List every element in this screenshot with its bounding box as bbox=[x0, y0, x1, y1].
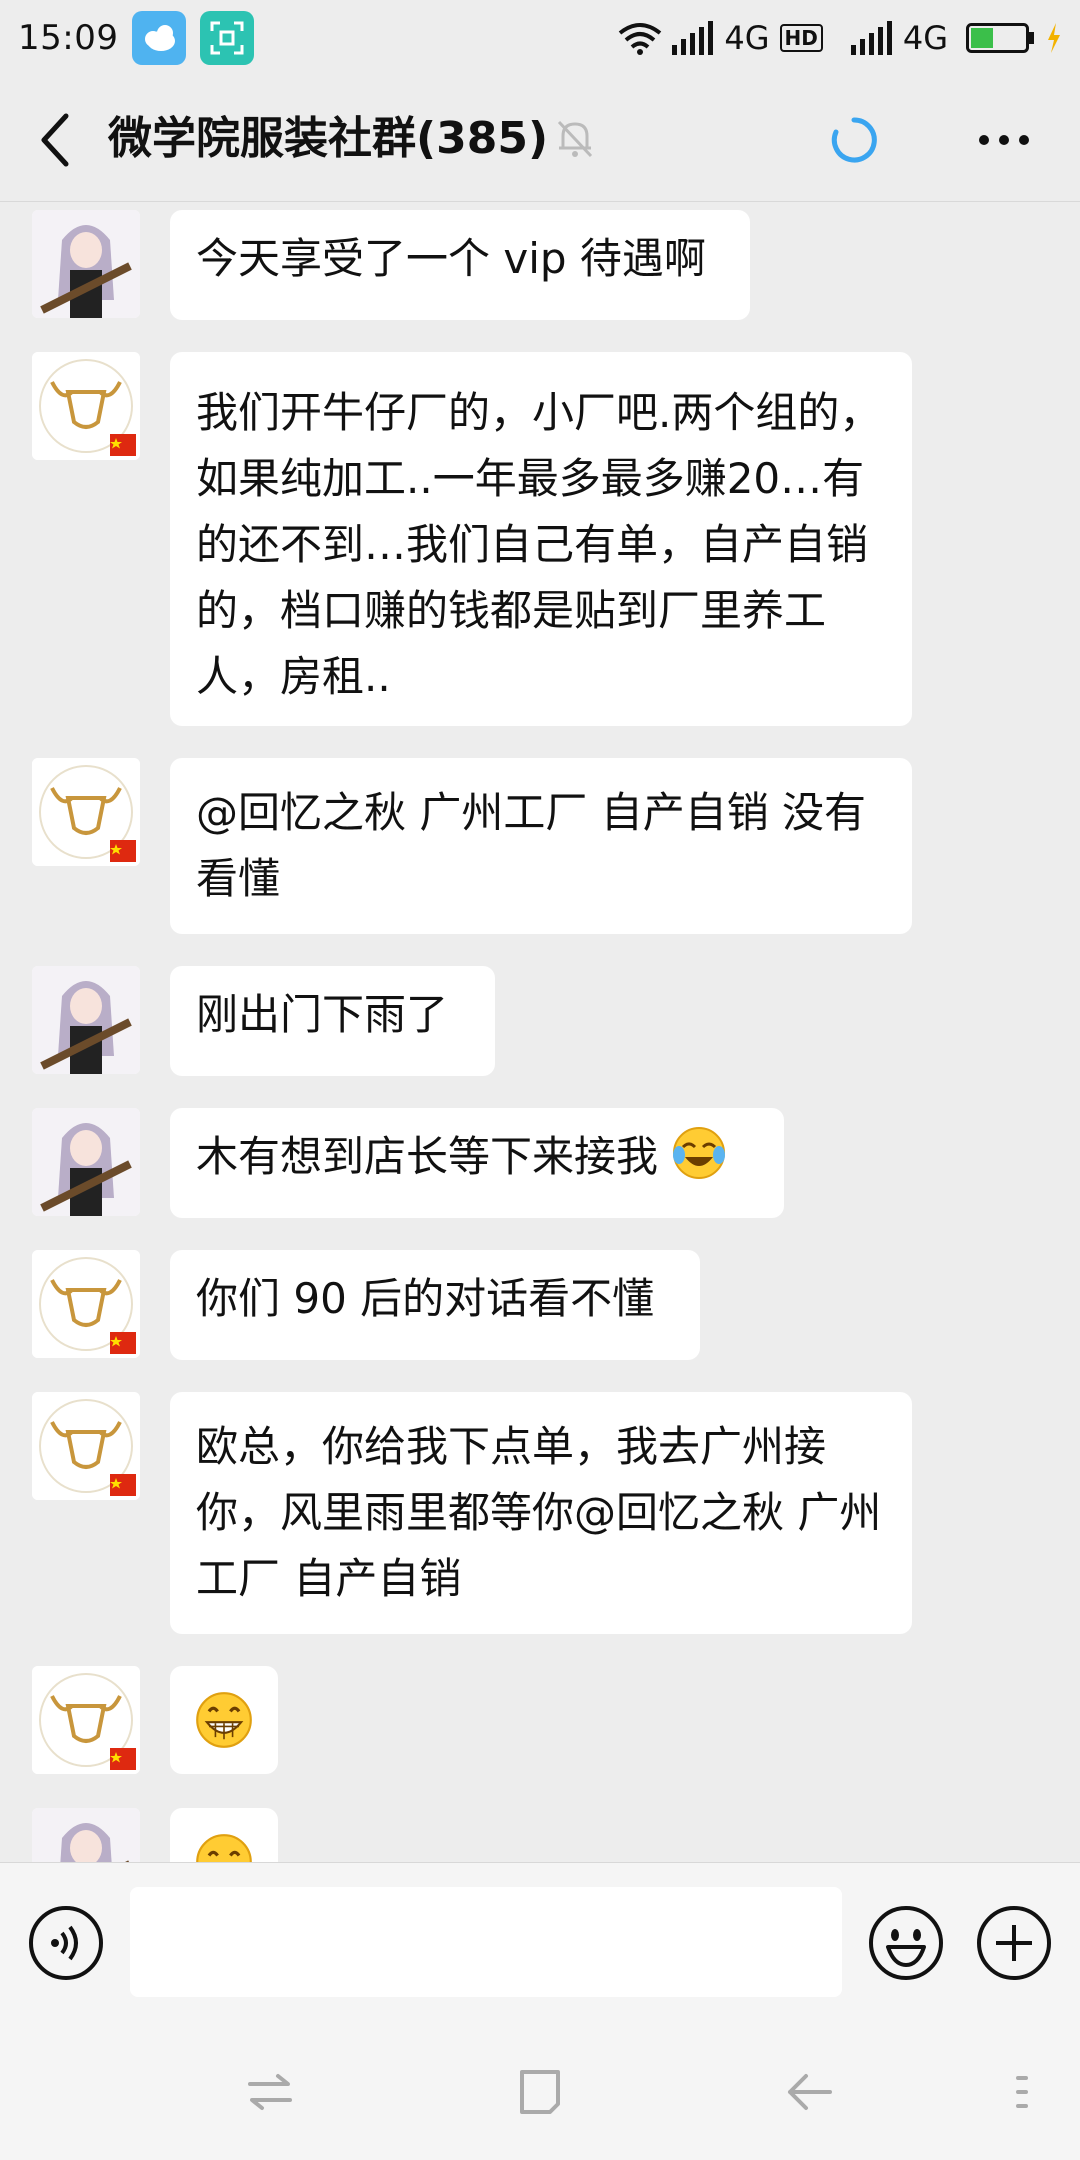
message-text: 欧总，你给我下点单，我去广州接你，风里雨里都等你@回忆之秋 广州工厂 自产自销 bbox=[196, 1422, 882, 1603]
message-text: 我们开牛仔厂的，小厂吧.两个组的，如果纯加工..一年最多最多赚20…有的还不到…… bbox=[196, 388, 882, 701]
chat-message: 我们开牛仔厂的，小厂吧.两个组的，如果纯加工..一年最多最多赚20…有的还不到…… bbox=[32, 352, 912, 726]
bull-logo-avatar[interactable] bbox=[32, 1250, 140, 1358]
message-bubble[interactable]: 你们 90 后的对话看不懂 bbox=[170, 1250, 700, 1360]
battery-icon bbox=[966, 23, 1034, 53]
voice-icon[interactable] bbox=[28, 1905, 104, 1981]
status-left: 15:09 bbox=[18, 11, 255, 65]
bull-logo-avatar[interactable] bbox=[32, 758, 140, 866]
chat-header: 微学院服装社群(385) bbox=[0, 76, 1080, 202]
more-icon[interactable] bbox=[974, 116, 1034, 164]
bull-logo-avatar[interactable] bbox=[32, 352, 140, 460]
grinning-emoji-icon bbox=[196, 1692, 252, 1748]
chat-message: 欧总，你给我下点单，我去广州接你，风里雨里都等你@回忆之秋 广州工厂 自产自销 bbox=[32, 1392, 912, 1634]
message-text: 刚出门下雨了 bbox=[196, 990, 449, 1039]
scan-icon bbox=[200, 11, 255, 65]
status-time: 15:09 bbox=[18, 18, 119, 58]
message-bubble[interactable]: 欧总，你给我下点单，我去广州接你，风里雨里都等你@回忆之秋 广州工厂 自产自销 bbox=[170, 1392, 912, 1634]
screen: 15:09 4G HD 4G 微学院服装社群(385) 今天享受了一个 vip … bbox=[0, 0, 1080, 2160]
network-type-2: 4G bbox=[902, 19, 948, 57]
signal-icon bbox=[672, 21, 714, 55]
chat-area[interactable]: 今天享受了一个 vip 待遇啊 我们开牛仔厂的，小厂吧.两个组的，如果纯加工..… bbox=[0, 202, 1080, 1862]
anime-girl-avatar[interactable] bbox=[32, 1108, 140, 1216]
message-text: 你们 90 后的对话看不懂 bbox=[196, 1274, 655, 1323]
message-text: @回忆之秋 广州工厂 自产自销 没有看懂 bbox=[196, 788, 867, 903]
message-bubble[interactable]: 我们开牛仔厂的，小厂吧.两个组的，如果纯加工..一年最多最多赚20…有的还不到…… bbox=[170, 352, 912, 726]
chat-message: 木有想到店长等下来接我 bbox=[32, 1108, 784, 1218]
chat-message bbox=[32, 1666, 278, 1774]
chat-message: @回忆之秋 广州工厂 自产自销 没有看懂 bbox=[32, 758, 912, 934]
loading-icon bbox=[831, 117, 877, 163]
back-nav-icon[interactable] bbox=[784, 2066, 836, 2118]
message-bubble[interactable] bbox=[170, 1808, 278, 1862]
chat-message: 今天享受了一个 vip 待遇啊 bbox=[32, 210, 750, 320]
status-bar: 15:09 4G HD 4G bbox=[0, 0, 1080, 76]
anime-girl-avatar[interactable] bbox=[32, 966, 140, 1074]
message-bubble[interactable] bbox=[170, 1666, 278, 1774]
home-icon[interactable] bbox=[514, 2066, 566, 2118]
chat-message: 刚出门下雨了 bbox=[32, 966, 495, 1076]
plus-icon[interactable] bbox=[976, 1905, 1052, 1981]
chat-message: 你们 90 后的对话看不懂 bbox=[32, 1250, 700, 1360]
input-bar bbox=[0, 1862, 1080, 2023]
anime-girl-avatar[interactable] bbox=[32, 210, 140, 318]
back-icon[interactable] bbox=[36, 110, 76, 170]
emoji-icon[interactable] bbox=[868, 1905, 944, 1981]
chat-message bbox=[32, 1808, 278, 1862]
anime-girl-avatar[interactable] bbox=[32, 1808, 140, 1862]
message-bubble[interactable]: 今天享受了一个 vip 待遇啊 bbox=[170, 210, 750, 320]
message-text: 今天享受了一个 vip 待遇啊 bbox=[196, 234, 706, 283]
smiling-emoji-icon bbox=[196, 1834, 252, 1862]
system-nav-bar bbox=[0, 2022, 1080, 2160]
wifi-icon bbox=[619, 23, 662, 55]
mute-bell-icon bbox=[557, 120, 593, 158]
hd-icon: HD bbox=[779, 24, 823, 52]
message-bubble[interactable]: @回忆之秋 广州工厂 自产自销 没有看懂 bbox=[170, 758, 912, 934]
switch-icon[interactable] bbox=[244, 2066, 296, 2118]
status-right: 4G HD 4G bbox=[618, 19, 1062, 57]
menu-icon[interactable] bbox=[1004, 2066, 1056, 2118]
network-type-1: 4G bbox=[724, 19, 770, 57]
message-bubble[interactable]: 木有想到店长等下来接我 bbox=[170, 1108, 784, 1218]
message-input[interactable] bbox=[130, 1887, 842, 1997]
message-bubble[interactable]: 刚出门下雨了 bbox=[170, 966, 495, 1076]
bull-logo-avatar[interactable] bbox=[32, 1666, 140, 1774]
chat-title: 微学院服装社群(385) bbox=[108, 113, 549, 164]
weather-icon bbox=[132, 11, 187, 65]
message-text: 木有想到店长等下来接我 bbox=[196, 1132, 659, 1181]
signal-icon bbox=[850, 21, 892, 55]
bull-logo-avatar[interactable] bbox=[32, 1392, 140, 1500]
charging-icon bbox=[1048, 23, 1060, 53]
crying-laughing-emoji-icon bbox=[673, 1127, 726, 1179]
